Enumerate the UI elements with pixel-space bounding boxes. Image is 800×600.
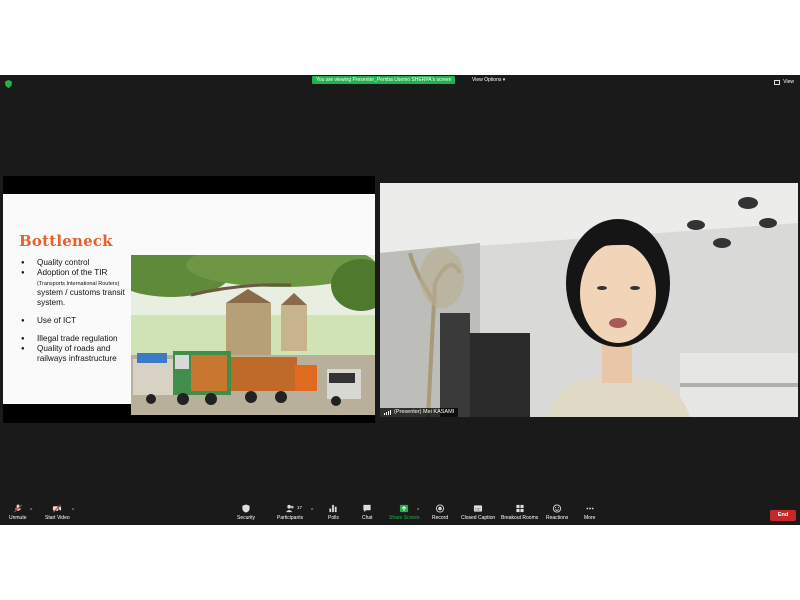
share-screen-label: Share Screen: [389, 515, 420, 521]
polls-button[interactable]: Polls: [328, 504, 339, 521]
participants-label: Participants: [277, 515, 304, 521]
signal-strength-icon: [384, 410, 391, 415]
reactions-button[interactable]: Reactions: [546, 504, 568, 521]
more-button[interactable]: More: [584, 504, 595, 521]
shield-icon[interactable]: [5, 80, 12, 88]
chevron-down-icon: ▾: [502, 77, 506, 83]
unmute-button[interactable]: Unmute: [9, 504, 27, 521]
chevron-up-icon[interactable]: ^: [72, 508, 74, 514]
slide-bullets: Quality control Adoption of the TIR (Tra…: [21, 258, 133, 364]
smiley-icon: [553, 504, 562, 513]
security-button[interactable]: Security: [237, 504, 255, 521]
breakout-rooms-button[interactable]: Breakout Rooms: [501, 504, 538, 521]
more-dots-icon: [586, 507, 594, 510]
chevron-up-icon[interactable]: ^: [30, 508, 32, 514]
microphone-muted-icon: [13, 504, 22, 513]
view-options-label: View Options: [472, 77, 502, 83]
closed-caption-button[interactable]: CC Closed Caption: [461, 504, 495, 521]
chat-icon: [363, 504, 371, 513]
shield-icon: [242, 504, 250, 513]
svg-text:CC: CC: [475, 507, 481, 511]
video-camera-off-icon: [53, 504, 62, 513]
view-button-label: View: [783, 79, 794, 85]
participants-count: 17: [297, 505, 303, 510]
meeting-window: You are viewing Presenter_Pemba Usemo SH…: [0, 75, 800, 525]
speaker-video-image: [380, 183, 798, 417]
share-screen-button[interactable]: Share Screen: [389, 504, 420, 521]
slide-title: Bottleneck: [19, 232, 113, 250]
closed-caption-label: Closed Caption: [461, 515, 496, 521]
view-button[interactable]: View: [774, 78, 794, 86]
share-screen-icon: [400, 504, 409, 513]
meeting-toolbar: Unmute ^ Start Video ^ Security Particip…: [0, 502, 800, 525]
bullet-item: Illegal trade regulation: [21, 334, 133, 344]
reactions-label: Reactions: [546, 515, 569, 521]
participants-icon: [286, 504, 294, 513]
unmute-label: Unmute: [9, 515, 27, 521]
view-options-menu[interactable]: View Options ▾: [472, 76, 505, 84]
breakout-rooms-label: Breakout Rooms: [501, 515, 539, 521]
start-video-label: Start Video: [45, 515, 70, 521]
record-icon: [436, 504, 445, 513]
bullet-item: Quality control: [21, 258, 133, 268]
start-video-button[interactable]: Start Video: [45, 504, 70, 521]
viewing-banner: You are viewing Presenter_Pemba Usemo SH…: [312, 76, 456, 84]
breakout-rooms-icon: [516, 504, 524, 513]
record-button[interactable]: Record: [432, 504, 448, 521]
more-label: More: [584, 515, 596, 521]
grid-view-icon: [774, 79, 781, 85]
polls-icon: [329, 504, 338, 513]
bullet-item: Quality of roads and railways infrastruc…: [21, 344, 133, 364]
chat-label: Chat: [362, 515, 373, 521]
chevron-up-icon[interactable]: ^: [417, 508, 419, 514]
bullet-item: Use of ICT: [21, 316, 133, 326]
end-meeting-button[interactable]: End: [770, 510, 796, 521]
trucks-photo: [131, 255, 375, 415]
participant-name: (Presenter) Mei KASAMI: [394, 409, 455, 415]
participant-name-tag: (Presenter) Mei KASAMI: [380, 408, 459, 417]
polls-label: Polls: [328, 515, 339, 521]
bullet-item: Adoption of the TIR (Transports Internat…: [21, 268, 133, 308]
closed-caption-icon: CC: [474, 505, 483, 512]
chevron-up-icon[interactable]: ^: [311, 508, 313, 514]
shared-screen: Bottleneck Quality control Adoption of t…: [3, 176, 375, 423]
chat-button[interactable]: Chat: [362, 504, 373, 521]
speaker-video[interactable]: (Presenter) Mei KASAMI: [380, 183, 798, 417]
presentation-slide: Bottleneck Quality control Adoption of t…: [3, 194, 375, 415]
record-label: Record: [432, 515, 449, 521]
security-label: Security: [237, 515, 256, 521]
